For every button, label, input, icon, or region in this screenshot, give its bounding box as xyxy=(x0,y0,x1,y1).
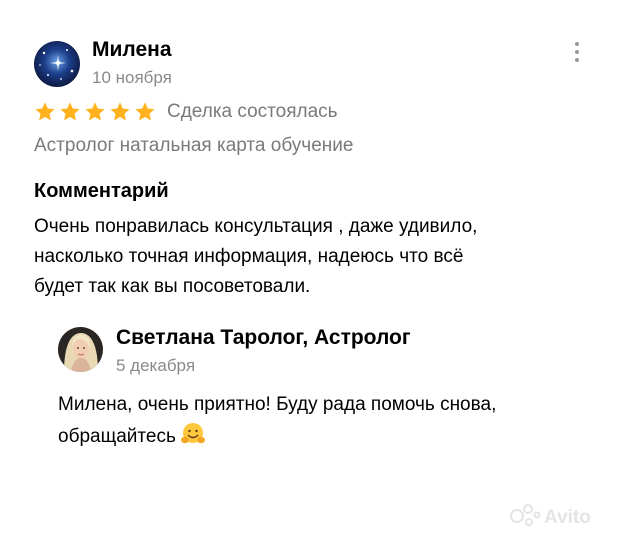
seller-name[interactable]: Светлана Таролог, Астролог xyxy=(116,326,411,350)
comment-heading: Комментарий xyxy=(34,180,169,202)
star-rating xyxy=(34,101,159,123)
night-sky-avatar-image xyxy=(34,41,80,87)
review-card: Милена 10 ноября Сделка состоялась Астро… xyxy=(0,0,617,540)
reply-line-2: обращайтесь xyxy=(58,421,598,453)
star-icon xyxy=(135,102,155,121)
service-title[interactable]: Астролог натальная карта обучение xyxy=(34,135,353,157)
avito-wordmark: Avito xyxy=(544,507,591,528)
review-date: 10 ноября xyxy=(92,68,172,87)
reviewer-name[interactable]: Милена xyxy=(92,38,172,62)
more-options-icon[interactable] xyxy=(568,42,586,68)
comment-text: Очень понравилась консультация , даже уд… xyxy=(34,212,594,302)
avito-logo-icon: Avito xyxy=(510,504,591,528)
avito-watermark: Avito xyxy=(508,498,610,532)
seller-avatar[interactable] xyxy=(58,327,103,372)
hugging-face-emoji-icon xyxy=(180,423,205,444)
reply-line: обращайтесь xyxy=(58,426,176,447)
reply-text: Милена, очень приятно! Буду рада помочь … xyxy=(58,389,598,453)
seller-photo-image xyxy=(58,327,103,372)
comment-line: будет так как вы посоветовали. xyxy=(34,276,311,297)
deal-status: Сделка состоялась xyxy=(167,101,338,122)
comment-line: насколько точная информация, надеюсь что… xyxy=(34,246,464,267)
rating-row: Сделка состоялась xyxy=(34,99,338,125)
star-icon xyxy=(110,102,130,121)
reply-line: Милена, очень приятно! Буду рада помочь … xyxy=(58,394,497,415)
comment-line: Очень понравилась консультация , даже уд… xyxy=(34,216,478,237)
star-icon xyxy=(60,102,80,121)
reviewer-avatar[interactable] xyxy=(34,41,80,87)
star-icon xyxy=(35,102,55,121)
star-icon xyxy=(85,102,105,121)
reply-date: 5 декабря xyxy=(116,356,196,375)
